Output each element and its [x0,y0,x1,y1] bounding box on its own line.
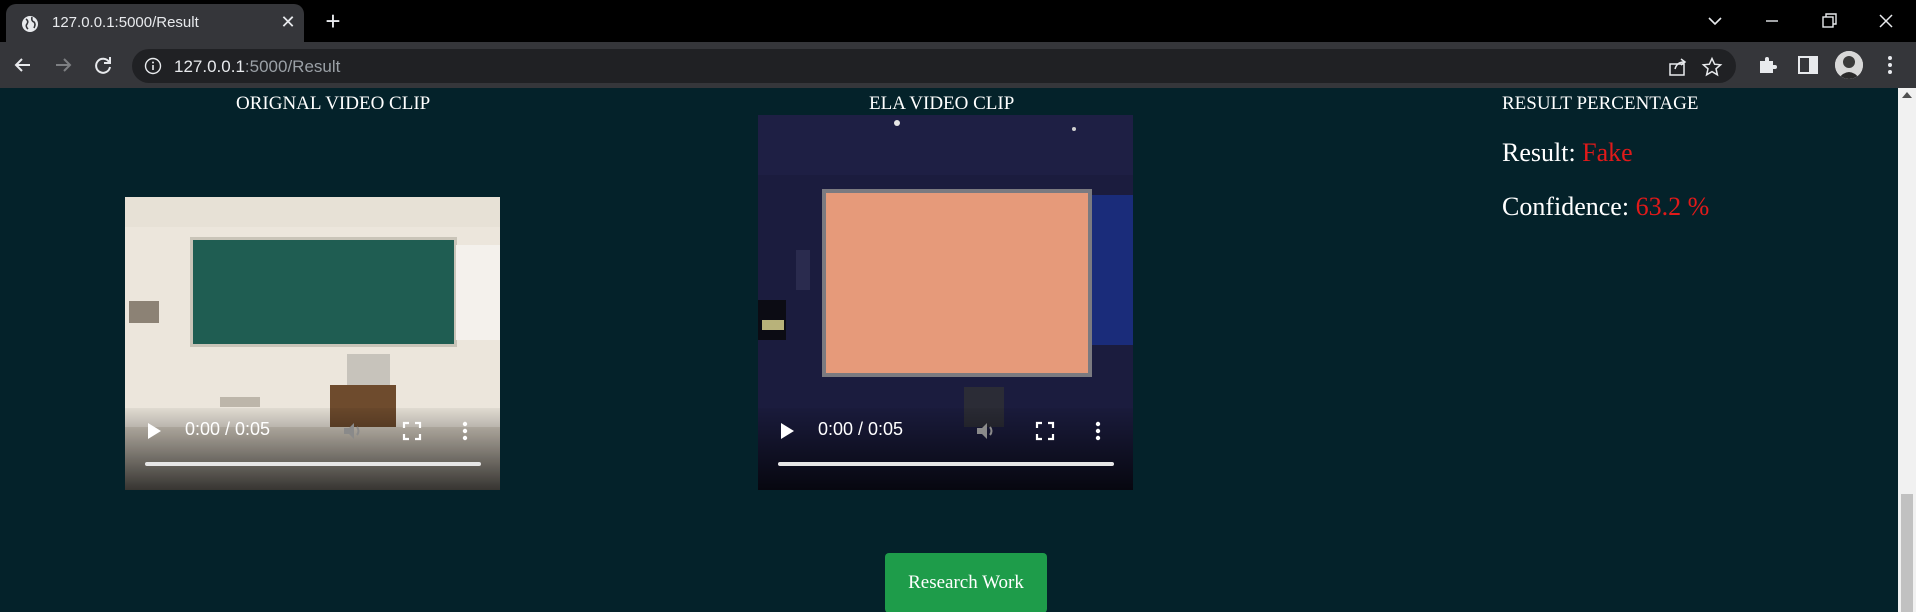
close-window-icon[interactable] [1871,6,1901,36]
forward-arrow-icon[interactable] [48,50,78,80]
play-icon[interactable] [778,421,796,441]
share-icon[interactable] [1667,56,1689,78]
ela-video-controls: 0:00 / 0:05 [758,408,1133,490]
new-tab-button[interactable]: + [320,8,346,35]
fullscreen-icon[interactable] [402,421,422,441]
result-value: Fake [1582,138,1633,167]
more-options-icon[interactable] [1093,420,1103,442]
reload-icon[interactable] [88,50,118,80]
profile-person-icon [1835,51,1863,79]
fullscreen-icon[interactable] [1035,421,1055,441]
ela-video-heading: ELA VIDEO CLIP [869,93,1015,114]
research-work-button[interactable]: Research Work [885,553,1047,612]
bookmark-star-icon[interactable] [1701,56,1723,78]
volume-icon[interactable] [341,420,365,442]
original-video-time: 0:00 / 0:05 [185,419,271,439]
ela-video-progress-bar[interactable] [778,462,1114,466]
original-video-progress-bar[interactable] [145,462,481,466]
url-host: 127.0.0.1 [174,57,245,76]
globe-icon [22,16,38,32]
close-tab-icon[interactable]: ✕ [278,12,298,32]
browser-toolbar: 127.0.0.1:5000/Result [0,42,1916,88]
confidence-label: Confidence: [1502,192,1630,221]
play-icon[interactable] [145,421,163,441]
page-scrollbar[interactable] [1898,88,1916,612]
address-bar[interactable]: 127.0.0.1:5000/Result [132,49,1736,83]
url-text: 127.0.0.1:5000/Result [174,57,340,77]
ela-video-player[interactable]: 0:00 / 0:05 [758,115,1133,490]
site-info-icon[interactable] [144,57,162,75]
result-heading: RESULT PERCENTAGE [1502,93,1699,114]
side-panel-icon[interactable] [1796,53,1820,77]
restore-icon[interactable] [1814,6,1844,36]
original-video-player[interactable]: 0:00 / 0:05 [125,197,500,490]
page-viewport: ORIGNAL VIDEO CLIP 0:00 / 0:05 ELA VIDEO… [0,88,1898,612]
ela-video-time: 0:00 / 0:05 [818,419,904,439]
scroll-thumb[interactable] [1901,494,1913,612]
tab-title: 127.0.0.1:5000/Result [52,14,199,31]
result-line: Result: Fake [1502,138,1633,168]
browser-menu-icon[interactable] [1878,53,1902,77]
browser-tab-bar: 127.0.0.1:5000/Result ✕ + [0,0,1916,42]
original-video-controls: 0:00 / 0:05 [125,408,500,490]
original-video-heading: ORIGNAL VIDEO CLIP [236,93,431,114]
tab-search-chevron-icon[interactable] [1700,6,1730,36]
back-arrow-icon[interactable] [8,50,38,80]
confidence-value: 63.2 % [1635,192,1710,221]
result-label: Result: [1502,138,1576,167]
profile-avatar[interactable] [1835,51,1863,79]
extensions-puzzle-icon[interactable] [1756,53,1780,77]
url-path: :5000/Result [244,57,341,76]
browser-tab[interactable]: 127.0.0.1:5000/Result ✕ [6,4,304,42]
minimize-icon[interactable] [1757,6,1787,36]
more-options-icon[interactable] [460,420,470,442]
confidence-line: Confidence: 63.2 % [1502,192,1709,222]
volume-icon[interactable] [974,420,998,442]
scroll-up-arrow-icon[interactable] [1902,92,1912,98]
